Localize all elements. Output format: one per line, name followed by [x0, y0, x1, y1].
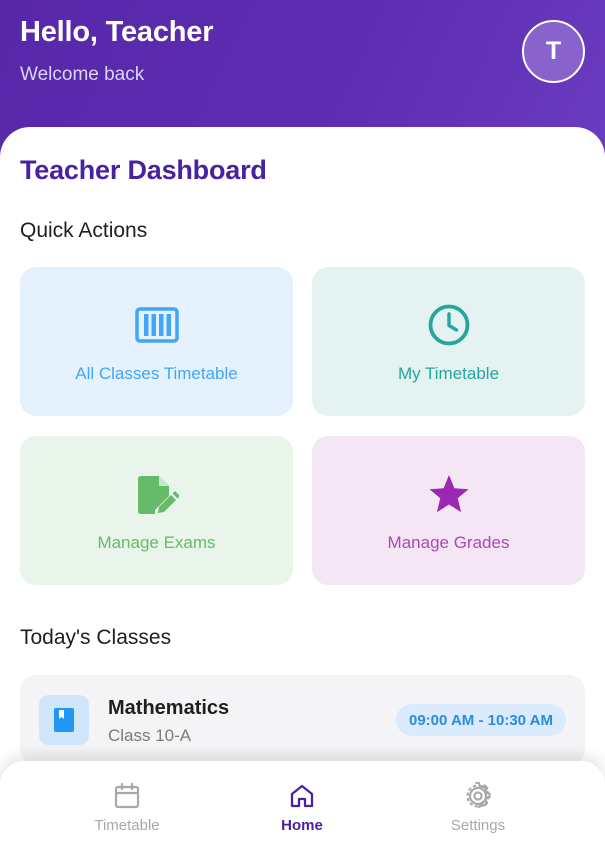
card-label: All Classes Timetable [75, 364, 238, 383]
manage-grades-card[interactable]: Manage Grades [312, 436, 585, 585]
nav-label: Timetable [94, 817, 160, 834]
nav-item-timetable[interactable]: Timetable [52, 761, 202, 855]
avatar[interactable]: T [522, 20, 585, 83]
timetable-columns-icon [134, 303, 179, 347]
my-timetable-card[interactable]: My Timetable [312, 267, 585, 416]
bottom-navigation: Timetable Home Settings [0, 761, 605, 855]
page-title: Teacher Dashboard [20, 155, 267, 185]
book-icon [39, 695, 89, 745]
class-subject: Mathematics [108, 697, 230, 719]
calendar-icon [112, 781, 142, 811]
clock-icon [427, 303, 471, 347]
main-content: Teacher Dashboard Quick Actions All Clas… [0, 127, 605, 855]
all-classes-timetable-card[interactable]: All Classes Timetable [20, 267, 293, 416]
home-icon [287, 781, 317, 811]
nav-label: Home [281, 817, 323, 834]
card-label: My Timetable [397, 364, 500, 383]
card-label: Manage Exams [97, 533, 216, 552]
nav-item-settings[interactable]: Settings [403, 761, 553, 855]
class-card[interactable]: Mathematics Class 10-A 09:00 AM - 10:30 … [20, 675, 585, 765]
todays-classes-heading: Today's Classes [20, 626, 172, 649]
nav-item-home[interactable]: Home [227, 761, 377, 855]
nav-label: Settings [450, 817, 506, 834]
card-label: Manage Grades [387, 533, 510, 552]
star-icon [427, 472, 471, 516]
edit-document-icon [135, 472, 179, 516]
quick-actions-heading: Quick Actions [20, 219, 148, 242]
class-time-badge: 09:00 AM - 10:30 AM [396, 704, 566, 736]
welcome-subtitle: Welcome back [20, 64, 145, 85]
greeting-title: Hello, Teacher [20, 16, 214, 48]
class-group: Class 10-A [108, 726, 192, 745]
manage-exams-card[interactable]: Manage Exams [20, 436, 293, 585]
gear-icon [463, 781, 493, 811]
